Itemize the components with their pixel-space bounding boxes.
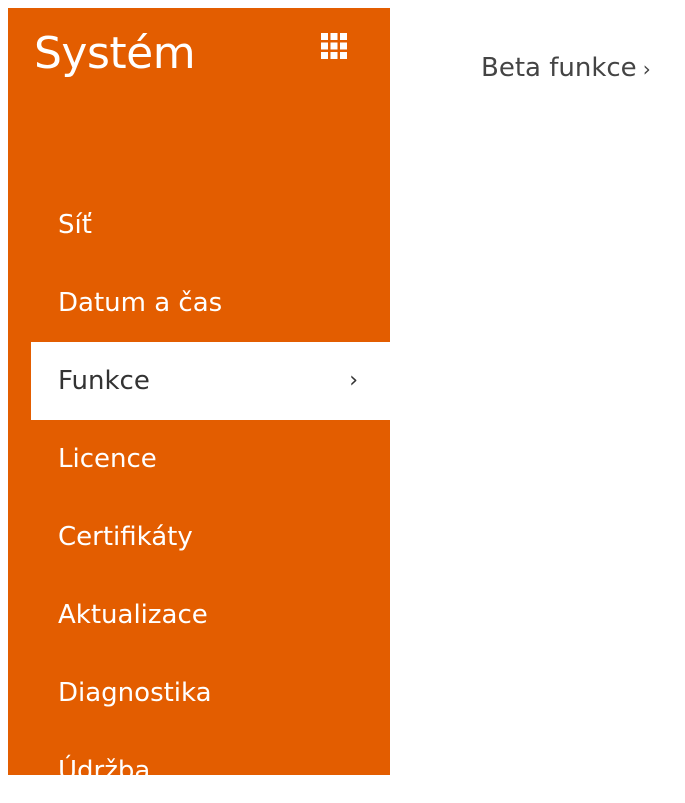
beta-funkce-label: Beta funkce: [481, 53, 637, 83]
sidebar: Systém Síť Datum a čas Funkce › Licence: [8, 8, 390, 786]
chevron-right-icon: ›: [349, 368, 358, 393]
sidebar-title: Systém: [34, 28, 196, 79]
page: Systém Síť Datum a čas Funkce › Licence: [0, 0, 685, 803]
sidebar-item-sit[interactable]: Síť: [8, 186, 390, 264]
chevron-right-icon: ›: [642, 57, 651, 81]
apps-grid-icon[interactable]: [320, 32, 348, 60]
sidebar-nav: Síť Datum a čas Funkce › Licence Certifi…: [8, 186, 390, 803]
sidebar-item-datum-a-cas[interactable]: Datum a čas: [8, 264, 390, 342]
beta-funkce-link[interactable]: Beta funkce ›: [481, 48, 651, 89]
sidebar-item-licence[interactable]: Licence: [8, 420, 390, 498]
sidebar-item-funkce[interactable]: Funkce ›: [31, 342, 390, 420]
sidebar-item-diagnostika[interactable]: Diagnostika: [8, 654, 390, 732]
sidebar-item-aktualizace[interactable]: Aktualizace: [8, 576, 390, 654]
sidebar-item-udrzba[interactable]: Údržba: [8, 732, 390, 803]
sidebar-item-label: Funkce: [58, 366, 150, 396]
sidebar-item-certifikaty[interactable]: Certifikáty: [8, 498, 390, 576]
